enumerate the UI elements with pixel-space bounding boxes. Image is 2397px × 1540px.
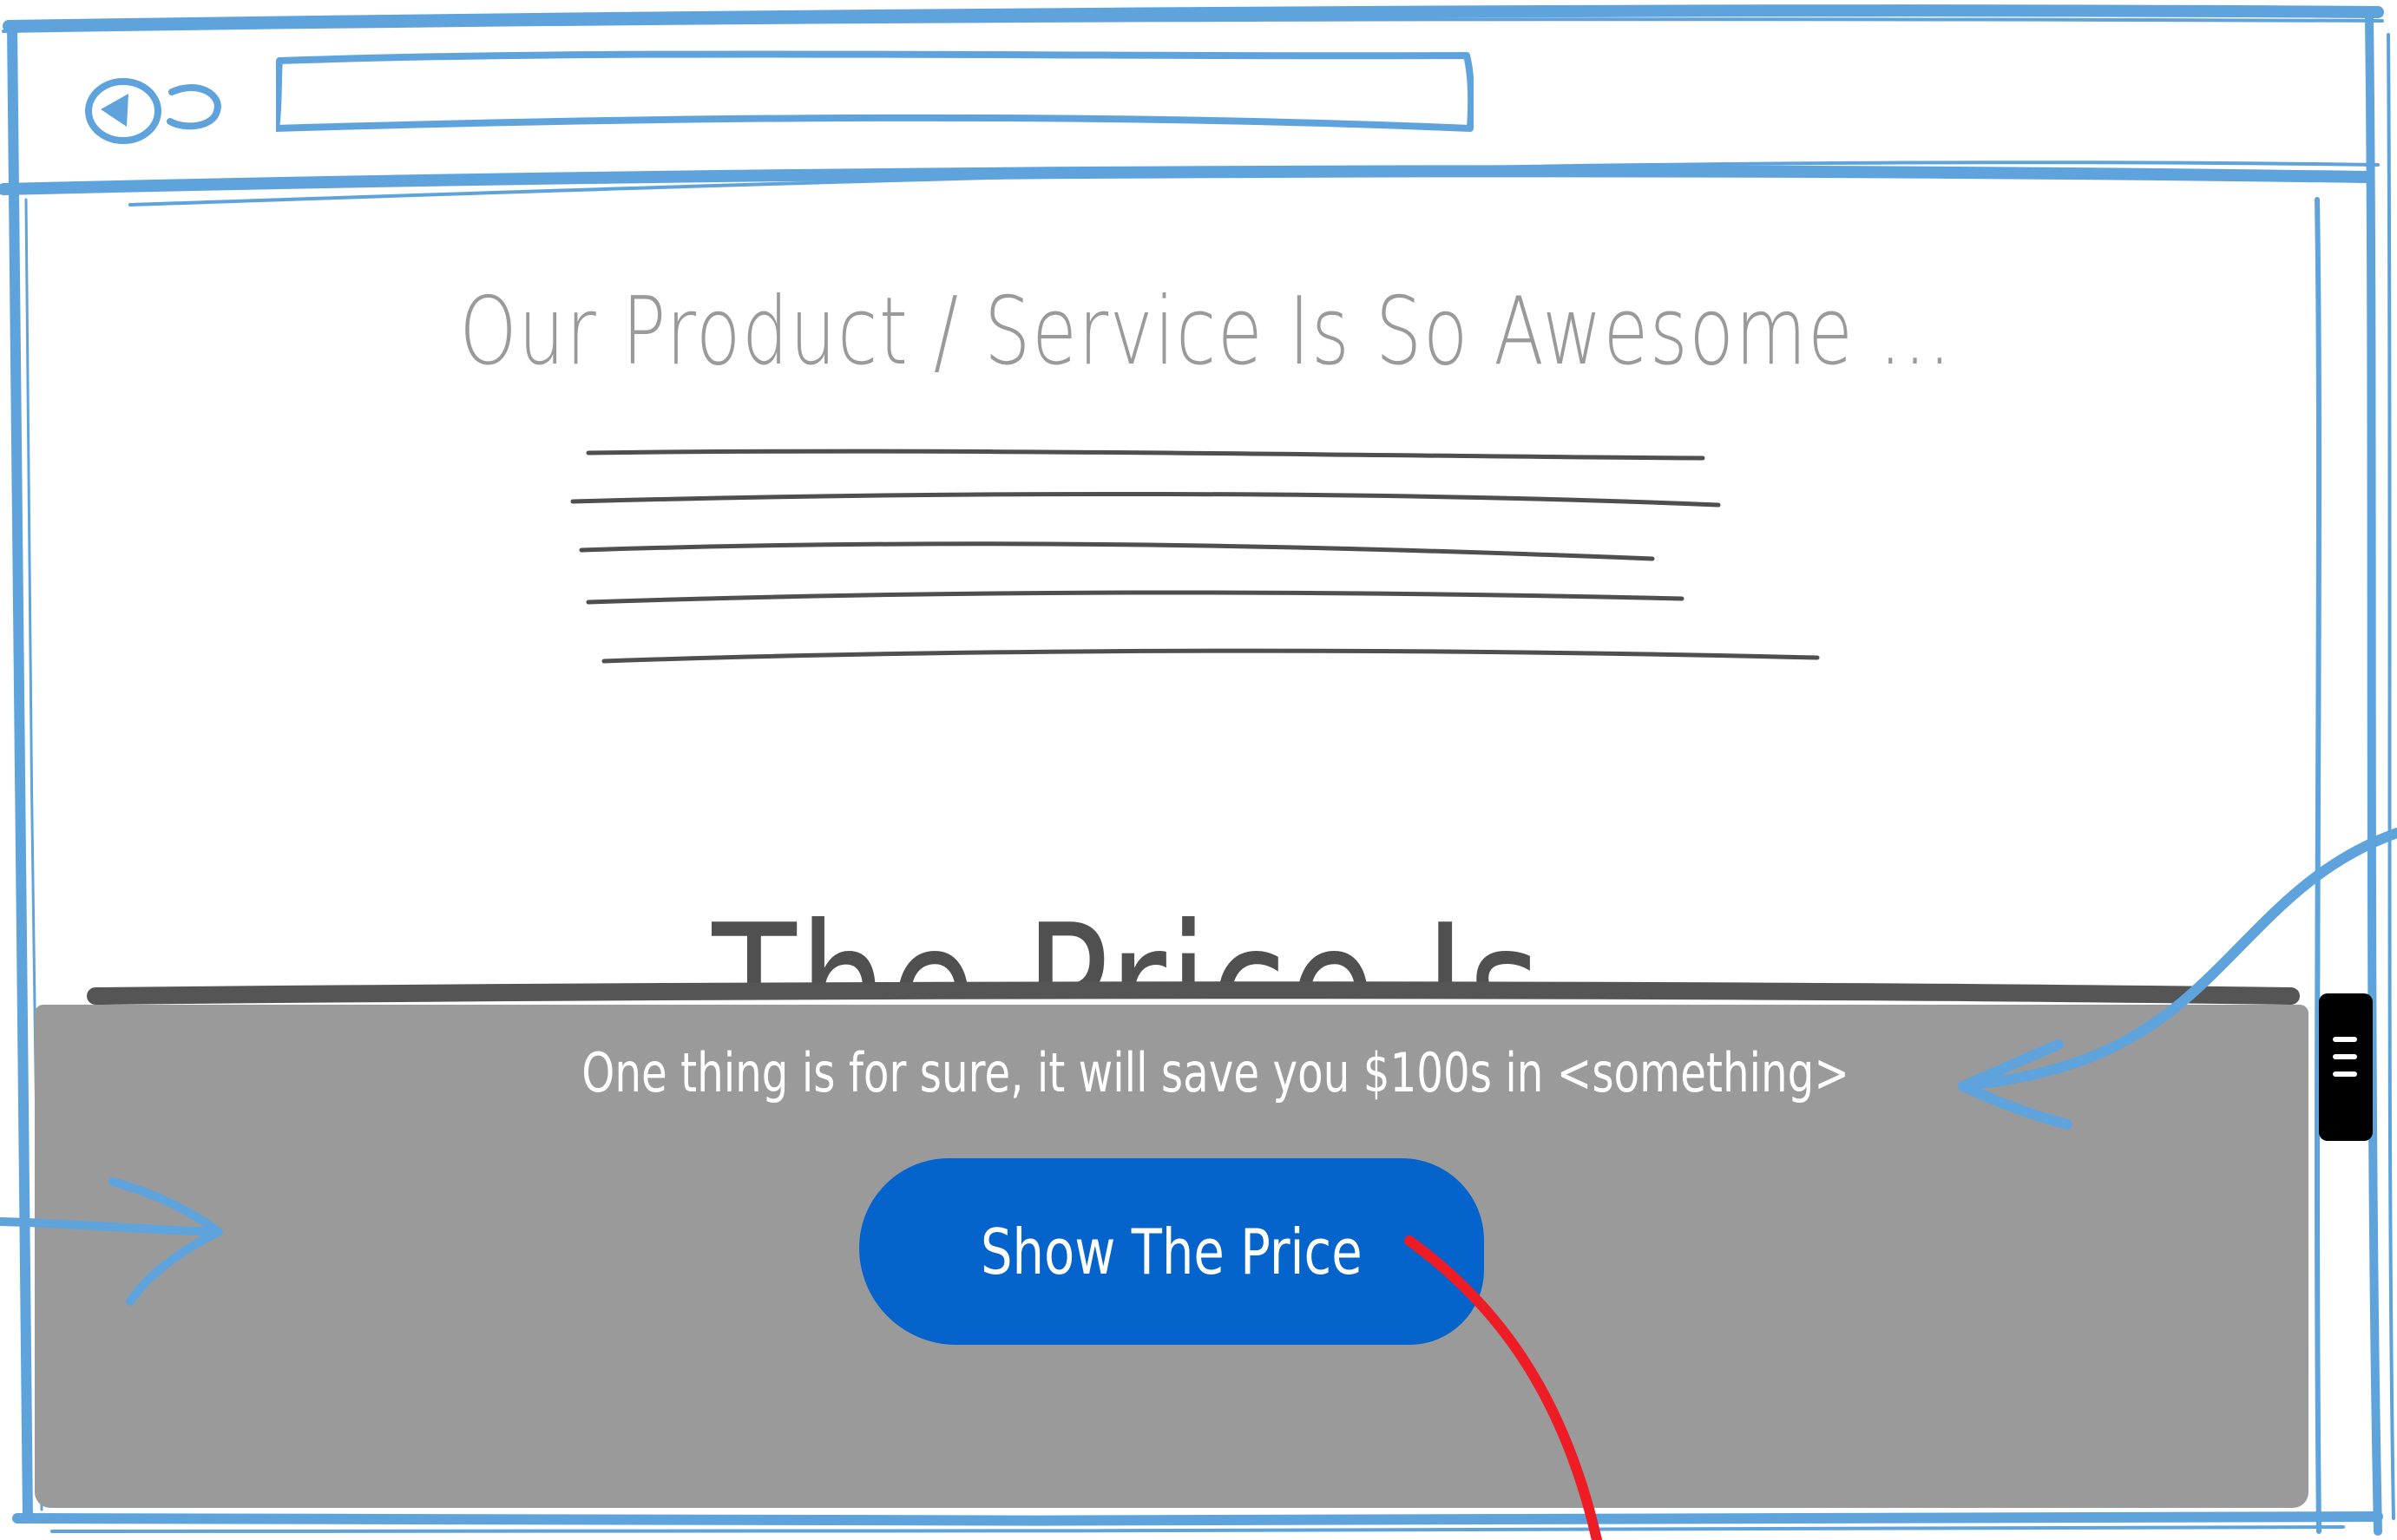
- annotations: [0, 828, 2397, 1540]
- wireframe-canvas: Our Product / Service Is So Awesome ... …: [0, 0, 2397, 1540]
- annotation-arrow-left: [0, 1217, 223, 1236]
- annotation-arrowhead-left: [108, 1177, 223, 1306]
- annotation-arrow-right: [1958, 828, 2397, 1091]
- annotation-arrowhead-right: [1958, 1039, 2072, 1130]
- annotation-arrow-red: [1404, 1235, 1602, 1540]
